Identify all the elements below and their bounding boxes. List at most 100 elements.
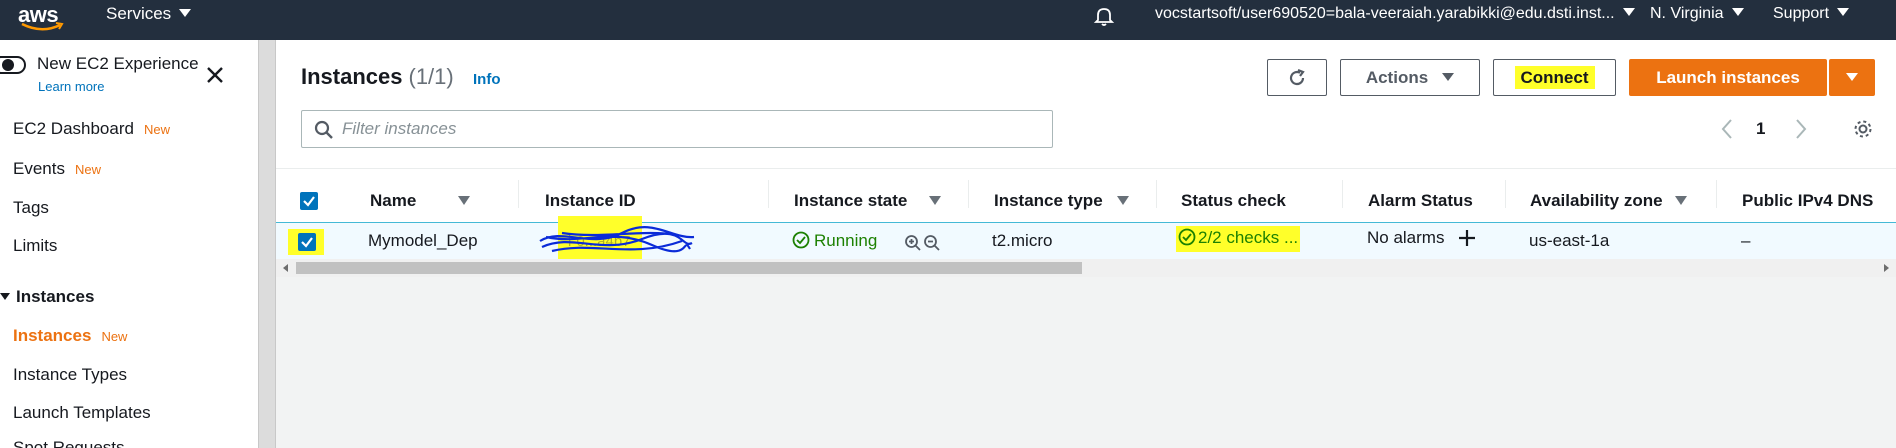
chevron-right-icon[interactable]	[1794, 118, 1808, 140]
launch-instances-label: Launch instances	[1656, 68, 1800, 87]
sidebar-item-label: Instance Types	[13, 365, 128, 384]
new-experience-title: New EC2 Experience	[37, 54, 199, 73]
sidebar-section-instances[interactable]: Instances	[0, 287, 94, 307]
learn-more-link[interactable]: Learn more	[38, 79, 104, 94]
sidebar-item-label: Limits	[13, 236, 58, 255]
check-icon	[303, 196, 315, 207]
table-row[interactable]: Mymodel_Dep i-0...a4b7 Running t2.micro …	[276, 216, 1896, 266]
zoom-out-icon[interactable]	[923, 234, 941, 252]
instance-state-text: Running	[814, 231, 878, 250]
column-header-label: Instance ID	[545, 191, 636, 210]
sidebar-item-ec2-dashboard[interactable]: EC2 Dashboard New	[13, 119, 170, 139]
page-number[interactable]: 1	[1756, 119, 1765, 139]
page-title: Instances (1/1)	[301, 64, 454, 90]
close-icon[interactable]	[204, 64, 226, 86]
filter-box[interactable]	[301, 110, 1053, 148]
sidebar-item-label: Spot Requests	[13, 438, 125, 448]
check-icon	[301, 237, 313, 248]
sort-icon	[1674, 196, 1687, 205]
column-header-instance-state[interactable]: Instance state	[794, 191, 942, 211]
zoom-in-icon[interactable]	[904, 234, 922, 252]
success-circle-icon	[1178, 228, 1196, 246]
column-divider[interactable]	[1505, 180, 1506, 208]
chevron-left-icon[interactable]	[1720, 118, 1734, 140]
info-link[interactable]: Info	[473, 71, 501, 88]
page-title-text: Instances	[301, 64, 403, 89]
column-divider[interactable]	[518, 180, 519, 208]
refresh-icon	[1289, 68, 1305, 86]
column-header-public-ipv4-dns[interactable]: Public IPv4 DNS	[1742, 191, 1873, 211]
column-header-label: Instance type	[994, 191, 1103, 210]
column-divider[interactable]	[1342, 180, 1343, 208]
support-label: Support	[1773, 5, 1830, 22]
main-content: Instances (1/1) Info Actions Connect Laun…	[276, 40, 1896, 448]
top-navigation: aws Services vocstartsoft/user690520=bal…	[0, 0, 1896, 40]
new-badge: New	[74, 162, 101, 177]
refresh-button[interactable]	[1267, 59, 1327, 96]
column-header-label: Public IPv4 DNS	[1742, 191, 1874, 210]
cell-name: Mymodel_Dep	[368, 231, 478, 250]
scroll-right-arrow-icon[interactable]	[1881, 263, 1891, 273]
status-check-text: 2/2 checks ...	[1198, 228, 1299, 247]
scrollbar-thumb[interactable]	[296, 262, 1082, 274]
column-divider[interactable]	[1156, 180, 1157, 208]
scroll-left-arrow-icon[interactable]	[281, 263, 291, 273]
column-header-name[interactable]: Name	[370, 191, 471, 211]
column-divider[interactable]	[1716, 180, 1717, 208]
sidebar-item-limits[interactable]: Limits	[13, 236, 57, 256]
sidebar-item-events[interactable]: Events New	[13, 159, 101, 179]
select-all-checkbox[interactable]	[300, 192, 318, 210]
chevron-down-icon	[1731, 8, 1744, 16]
column-divider[interactable]	[768, 180, 769, 208]
column-header-instance-id[interactable]: Instance ID	[545, 191, 636, 211]
row-checkbox[interactable]	[298, 233, 316, 251]
region-menu[interactable]: N. Virginia	[1650, 0, 1744, 40]
column-header-availability-zone[interactable]: Availability zone	[1530, 191, 1687, 211]
column-header-instance-type[interactable]: Instance type	[994, 191, 1129, 211]
sidebar-item-label: Tags	[13, 198, 49, 217]
new-badge: New	[143, 122, 170, 137]
actions-button[interactable]: Actions	[1340, 59, 1480, 96]
column-header-label: Alarm Status	[1368, 191, 1473, 210]
aws-smile-icon	[21, 22, 64, 31]
collapse-triangle-icon	[0, 293, 10, 300]
new-experience-toggle[interactable]	[0, 56, 26, 74]
cell-instance-type: t2.micro	[992, 231, 1053, 250]
services-menu[interactable]: Services	[106, 0, 192, 40]
sidebar-item-tags[interactable]: Tags	[13, 198, 49, 218]
instances-panel: Instances (1/1) Info Actions Connect Laun…	[276, 40, 1896, 277]
selection-count: (1/1)	[408, 64, 454, 89]
cell-instance-state: Running	[792, 231, 877, 251]
region-label: N. Virginia	[1650, 5, 1724, 22]
column-divider[interactable]	[968, 180, 969, 208]
cell-status-check[interactable]: 2/2 checks ...	[1176, 226, 1301, 252]
aws-logo[interactable]: aws	[18, 4, 68, 34]
filter-instances-input[interactable]	[342, 119, 1022, 139]
sidebar-scrollbar[interactable]	[258, 40, 276, 448]
sidebar-item-label: EC2 Dashboard	[13, 119, 134, 138]
column-header-status-check[interactable]: Status check	[1181, 191, 1286, 211]
sidebar-item-instance-types[interactable]: Instance Types	[13, 365, 127, 385]
cell-availability-zone: us-east-1a	[1529, 231, 1610, 250]
sidebar-item-spot-requests[interactable]: Spot Requests	[13, 438, 125, 448]
column-header-alarm-status[interactable]: Alarm Status	[1368, 191, 1473, 211]
account-label: vocstartsoft/user690520=bala-veeraiah.ya…	[1155, 5, 1615, 22]
launch-instances-dropdown[interactable]	[1829, 59, 1875, 96]
chevron-down-icon	[1846, 73, 1858, 81]
sort-icon	[929, 196, 942, 205]
column-header-label: Availability zone	[1530, 191, 1663, 210]
support-menu[interactable]: Support	[1773, 0, 1850, 40]
connect-button[interactable]: Connect	[1493, 59, 1616, 96]
sidebar-item-instances[interactable]: Instances New	[13, 326, 127, 346]
notifications-button[interactable]	[1093, 5, 1115, 45]
gear-icon[interactable]	[1852, 118, 1874, 140]
account-menu[interactable]: vocstartsoft/user690520=bala-veeraiah.ya…	[1155, 0, 1635, 40]
column-header-label: Instance state	[794, 191, 908, 210]
table-horizontal-scrollbar[interactable]	[276, 259, 1896, 277]
connect-label: Connect	[1514, 66, 1595, 89]
sidebar-item-label: Launch Templates	[13, 403, 151, 422]
sidebar-item-launch-templates[interactable]: Launch Templates	[13, 403, 151, 423]
success-circle-icon	[792, 231, 810, 249]
launch-instances-button[interactable]: Launch instances	[1629, 59, 1827, 96]
add-alarm-icon[interactable]	[1457, 228, 1477, 248]
